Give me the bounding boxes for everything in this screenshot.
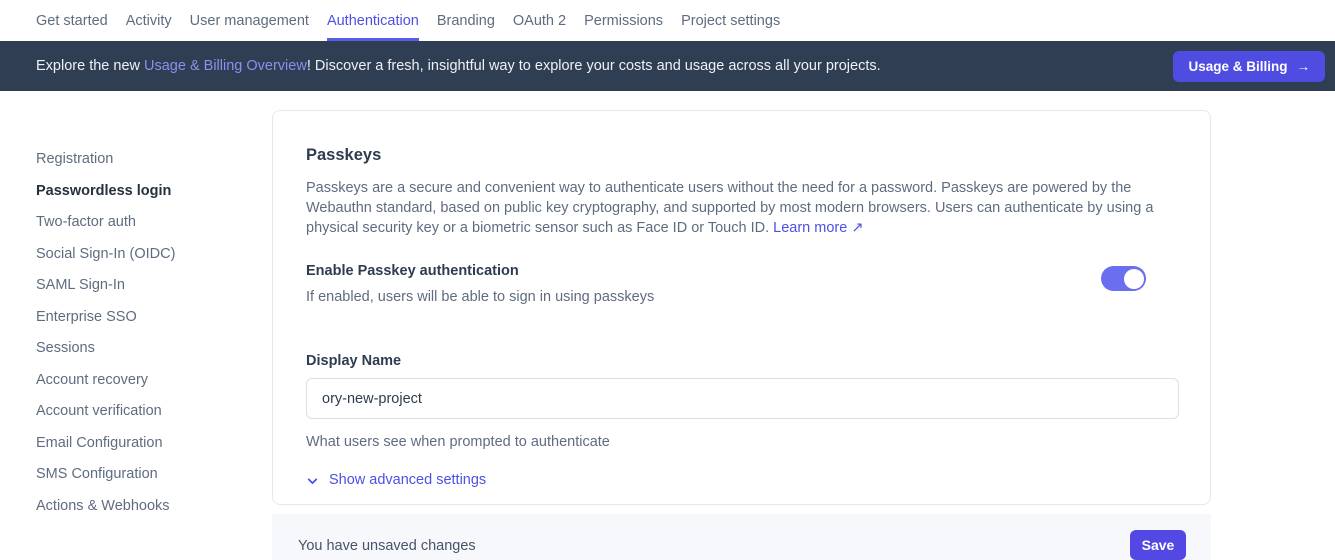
banner-message: Explore the new Usage & Billing Overview… bbox=[36, 58, 1173, 74]
display-name-label: Display Name bbox=[306, 353, 1177, 369]
external-link-icon: ↗ bbox=[851, 220, 863, 236]
tab-project-settings[interactable]: Project settings bbox=[681, 0, 780, 41]
sidebar-item-account-recovery[interactable]: Account recovery bbox=[36, 373, 246, 387]
usage-billing-button[interactable]: Usage & Billing → bbox=[1173, 51, 1325, 82]
top-navigation: Get started Activity User management Aut… bbox=[0, 0, 1335, 41]
passkeys-card: Passkeys Passkeys are a secure and conve… bbox=[272, 110, 1211, 505]
sidebar-item-social-sign-in[interactable]: Social Sign-In (OIDC) bbox=[36, 247, 246, 261]
usage-billing-banner: Explore the new Usage & Billing Overview… bbox=[0, 41, 1335, 91]
toggle-knob bbox=[1124, 269, 1144, 289]
passkey-toggle[interactable] bbox=[1101, 266, 1146, 291]
unsaved-changes-bar: You have unsaved changes Save bbox=[272, 514, 1211, 560]
settings-sidebar: Registration Passwordless login Two-fact… bbox=[36, 152, 246, 530]
sidebar-item-two-factor-auth[interactable]: Two-factor auth bbox=[36, 215, 246, 229]
learn-more-link[interactable]: Learn more ↗ bbox=[773, 220, 863, 236]
enable-passkey-description: If enabled, users will be able to sign i… bbox=[306, 289, 654, 305]
enable-passkey-label: Enable Passkey authentication bbox=[306, 263, 654, 279]
banner-text-after: ! Discover a fresh, insightful way to ex… bbox=[307, 58, 881, 74]
ory-console-page: Get started Activity User management Aut… bbox=[0, 0, 1335, 560]
passkeys-title: Passkeys bbox=[306, 146, 1177, 165]
passkeys-description: Passkeys are a secure and convenient way… bbox=[306, 178, 1177, 238]
sidebar-item-sessions[interactable]: Sessions bbox=[36, 341, 246, 355]
save-button[interactable]: Save bbox=[1130, 530, 1186, 560]
tab-oauth2[interactable]: OAuth 2 bbox=[513, 0, 566, 41]
sidebar-item-registration[interactable]: Registration bbox=[36, 152, 246, 166]
banner-text-before: Explore the new bbox=[36, 58, 144, 74]
unsaved-changes-status: You have unsaved changes bbox=[298, 538, 476, 554]
passkeys-description-text: Passkeys are a secure and convenient way… bbox=[306, 180, 1153, 236]
tab-permissions[interactable]: Permissions bbox=[584, 0, 663, 41]
tab-activity[interactable]: Activity bbox=[126, 0, 172, 41]
display-name-hint: What users see when prompted to authenti… bbox=[306, 434, 1177, 450]
usage-billing-button-label: Usage & Billing bbox=[1188, 59, 1287, 74]
usage-billing-overview-link[interactable]: Usage & Billing Overview bbox=[144, 58, 307, 74]
learn-more-label: Learn more bbox=[773, 220, 847, 236]
tab-authentication[interactable]: Authentication bbox=[327, 0, 419, 41]
sidebar-item-email-configuration[interactable]: Email Configuration bbox=[36, 436, 246, 450]
display-name-input[interactable] bbox=[306, 378, 1179, 419]
sidebar-item-sms-configuration[interactable]: SMS Configuration bbox=[36, 467, 246, 481]
sidebar-item-actions-webhooks[interactable]: Actions & Webhooks bbox=[36, 499, 246, 513]
tab-branding[interactable]: Branding bbox=[437, 0, 495, 41]
sidebar-item-passwordless-login[interactable]: Passwordless login bbox=[36, 184, 246, 198]
enable-passkey-text: Enable Passkey authentication If enabled… bbox=[306, 263, 654, 305]
arrow-right-icon: → bbox=[1297, 59, 1311, 74]
show-advanced-settings-label: Show advanced settings bbox=[329, 472, 486, 488]
show-advanced-settings[interactable]: Show advanced settings bbox=[306, 472, 486, 488]
enable-passkey-row: Enable Passkey authentication If enabled… bbox=[306, 263, 1177, 305]
sidebar-item-saml-sign-in[interactable]: SAML Sign-In bbox=[36, 278, 246, 292]
tab-user-management[interactable]: User management bbox=[190, 0, 309, 41]
sidebar-item-enterprise-sso[interactable]: Enterprise SSO bbox=[36, 310, 246, 324]
chevron-down-icon bbox=[306, 475, 319, 488]
sidebar-item-account-verification[interactable]: Account verification bbox=[36, 404, 246, 418]
tab-get-started[interactable]: Get started bbox=[36, 0, 108, 41]
display-name-field: Display Name What users see when prompte… bbox=[306, 353, 1177, 450]
